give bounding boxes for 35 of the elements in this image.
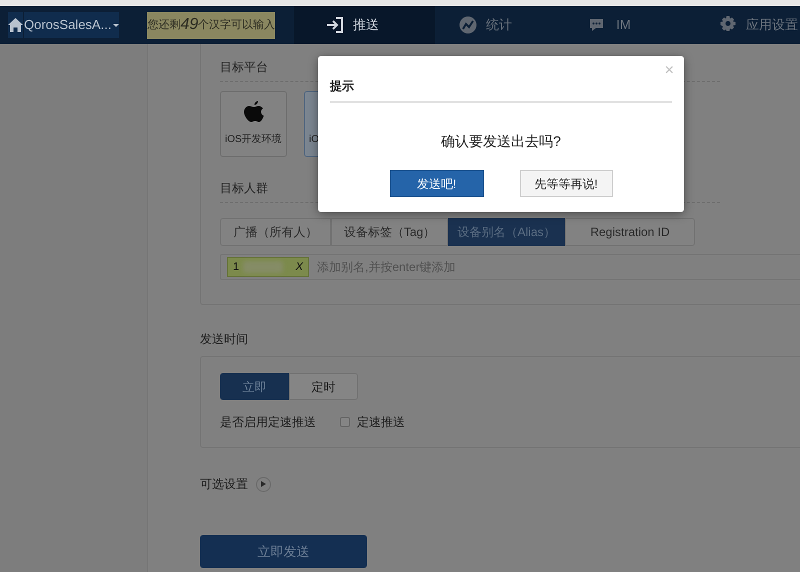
alias-text: 1 xyxy=(233,260,240,275)
optional-settings-label: 可选设置 xyxy=(200,476,248,493)
audience-tab[interactable]: Registration ID xyxy=(565,218,695,246)
platform-card[interactable]: iOS开发环境 xyxy=(220,91,287,157)
settings-icon xyxy=(719,16,738,34)
send-now-button[interactable]: 立即发送 xyxy=(200,535,367,568)
nav-tab[interactable]: 统计 xyxy=(435,6,566,44)
audience-tab[interactable]: 设备标签（Tag） xyxy=(331,218,448,246)
rate-limit-checkbox[interactable]: 定速推送 xyxy=(340,413,405,431)
audience-tab[interactable]: 设备别名（Alias） xyxy=(448,218,565,246)
dialog-title: 提示 xyxy=(330,78,354,95)
confirm-button[interactable]: 发送吧! xyxy=(390,170,484,197)
remove-tag-button[interactable]: X xyxy=(296,258,303,276)
section-label: 目标人群 xyxy=(220,180,268,197)
caret-icon xyxy=(113,24,120,26)
app-selector[interactable]: QorosSalesA... xyxy=(24,12,120,38)
checkbox[interactable] xyxy=(340,417,350,427)
chart-icon xyxy=(459,16,478,34)
play-icon xyxy=(261,481,266,487)
expand-toggle[interactable] xyxy=(256,476,271,492)
audience-tab[interactable]: 广播（所有人） xyxy=(220,218,331,246)
nav-tab[interactable]: 应用设置 xyxy=(695,6,800,44)
character-limit-notice: 您还剩49个汉字可以输入 xyxy=(147,12,276,38)
dialog-message: 确认要发送出去吗? xyxy=(440,132,562,151)
section-label: 目标平台 xyxy=(220,59,268,76)
home-icon xyxy=(8,18,23,32)
nav-tab[interactable]: IM xyxy=(565,6,696,44)
rate-limit-label: 是否启用定速推送 xyxy=(220,414,316,431)
send-time-option[interactable]: 立即 xyxy=(220,373,289,400)
home-button[interactable] xyxy=(8,12,23,38)
cancel-button[interactable]: 先等等再说! xyxy=(520,170,612,197)
sign-in-icon xyxy=(326,16,344,34)
nav-tab[interactable]: 推送 xyxy=(294,6,436,44)
section-label: 发送时间 xyxy=(200,331,249,348)
send-time-option[interactable]: 定时 xyxy=(289,373,358,400)
